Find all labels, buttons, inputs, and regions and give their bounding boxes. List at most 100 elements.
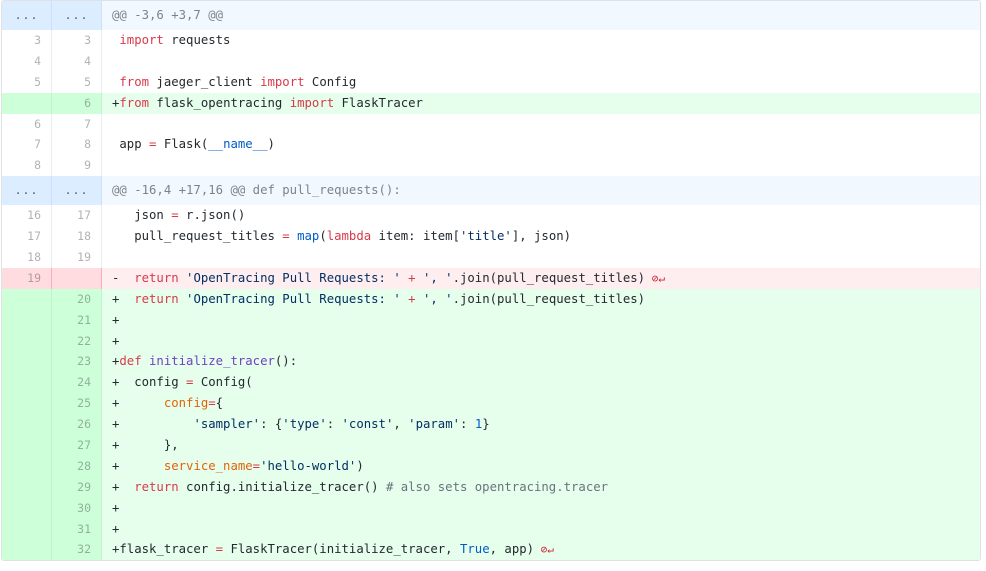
code-line: from jaeger_client import Config [102,72,980,93]
old-line-number[interactable] [2,476,52,498]
new-line-number[interactable]: 6 [52,92,102,114]
old-line-number[interactable]: 8 [2,155,52,177]
code-line: +def initialize_tracer(): [102,351,980,372]
new-line-number[interactable]: 28 [52,455,102,477]
code-token: 'const' [341,417,394,432]
code-token: from [119,74,150,89]
code-token: jaeger_client [149,74,261,89]
code-token: = [215,542,224,557]
code-token: + [112,396,164,411]
code-token: + config [112,375,187,390]
old-line-number[interactable]: 4 [2,50,52,72]
new-line-number[interactable]: 19 [52,247,102,268]
expand-up-button[interactable]: ... [2,1,52,30]
new-line-number[interactable]: 5 [52,71,102,93]
code-line: + [102,519,980,540]
code-token: + [112,521,120,536]
new-line-number[interactable]: 32 [52,539,102,561]
hunk-header-text: @@ -3,6 +3,7 @@ [112,8,224,22]
old-line-number[interactable] [2,435,52,456]
code-token: return [134,291,179,306]
old-line-number[interactable]: 17 [2,226,52,248]
old-line-number[interactable] [2,92,52,114]
old-line-number[interactable] [2,497,52,519]
expand-up-button[interactable]: ... [2,176,52,206]
new-line-number[interactable]: 23 [52,351,102,373]
old-line-number[interactable] [2,288,52,310]
new-line-number[interactable]: 25 [52,393,102,415]
new-line-number[interactable]: 17 [52,205,102,227]
new-line-number[interactable]: 4 [52,50,102,72]
old-line-number[interactable] [2,351,52,373]
new-line-number[interactable] [52,267,102,289]
new-line-number[interactable]: 9 [52,155,102,177]
new-line-number[interactable]: 20 [52,288,102,310]
old-line-number[interactable] [2,455,52,477]
code-token: item: item[ [371,229,460,244]
new-line-number[interactable]: 7 [52,113,102,135]
code-token: + [112,291,135,306]
code-token: , app) [489,542,535,557]
new-line-number[interactable]: 22 [52,330,102,352]
context-line: 55 from jaeger_client import Config [2,71,980,93]
new-line-number[interactable]: 18 [52,226,102,248]
new-line-number[interactable]: 26 [52,414,102,436]
hunk-header: ...... @@ -16,4 +17,16 @@ def pull_reques… [2,176,980,206]
old-line-number[interactable]: 6 [2,113,52,135]
old-line-number[interactable]: 18 [2,247,52,268]
new-line-number[interactable]: 30 [52,497,102,519]
code-line: app = Flask(__name__) [102,134,980,155]
code-line: + 'sampler': {'type': 'const', 'param': … [102,414,980,435]
expand-down-button[interactable]: ... [52,176,102,206]
code-token: ', ' [422,291,453,306]
code-token: 'type' [282,417,327,432]
old-line-number[interactable] [2,372,52,394]
new-line-number[interactable]: 8 [52,134,102,156]
new-line-number[interactable]: 24 [52,372,102,394]
diff-view: ...... @@ -3,6 +3,7 @@ 3 3 import requests 4… [1,0,981,562]
old-line-number[interactable] [2,393,52,415]
old-line-number[interactable]: 5 [2,71,52,93]
no-newline-icon: ⊘↵ [534,543,554,557]
new-line-number[interactable]: 21 [52,309,102,331]
new-line-number[interactable]: 27 [52,435,102,456]
new-line-number[interactable]: 31 [52,518,102,540]
old-line-number[interactable]: 16 [2,205,52,227]
code-token: map [297,229,320,244]
added-line: 31 + [2,518,980,540]
expand-down-button[interactable]: ... [52,1,102,30]
code-line: + config={ [102,393,980,414]
old-line-number[interactable]: 7 [2,134,52,156]
code-token: ) [356,458,364,473]
new-line-number[interactable]: 29 [52,476,102,498]
code-token: def [119,354,142,369]
context-line: 67 [2,113,980,135]
old-line-number[interactable]: 3 [2,30,52,51]
code-token: Config( [193,375,253,390]
code-token: = [171,208,179,223]
old-line-number[interactable] [2,330,52,352]
no-newline-icon: ⊘↵ [645,271,665,285]
code-token: flask_opentracing [149,95,290,110]
old-line-number[interactable] [2,309,52,331]
new-line-number[interactable]: 3 [52,30,102,51]
old-line-number[interactable] [2,518,52,540]
old-line-number[interactable]: 19 [2,267,52,289]
added-line: 20 + return 'OpenTracing Pull Requests: '… [2,288,980,310]
code-token: FlaskTracer [334,95,423,110]
code-token: ], json) [511,229,572,244]
code-token: True [459,542,490,557]
added-line: 23 +def initialize_tracer(): [2,351,980,373]
code-token: + [112,333,120,348]
old-line-number[interactable] [2,539,52,561]
code-token: + [408,291,416,306]
code-line: + [102,498,980,519]
code-token: , [393,417,409,432]
context-line: 78 app = Flask(__name__) [2,134,980,156]
old-line-number[interactable] [2,414,52,436]
code-line: +from flask_opentracing import FlaskTrac… [102,93,980,114]
